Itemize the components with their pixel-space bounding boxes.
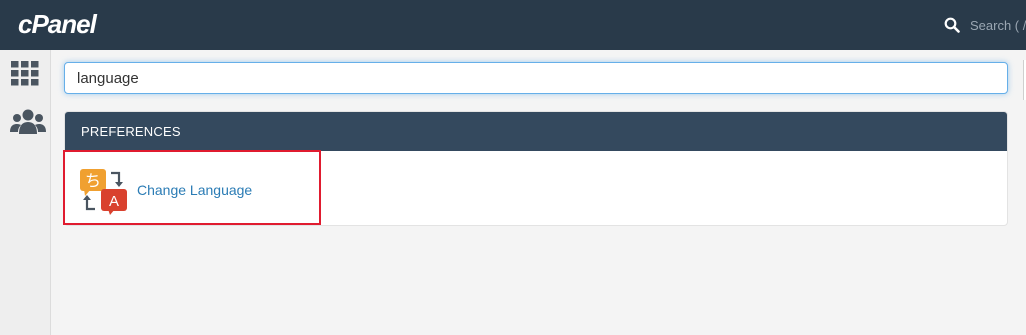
svg-text:A: A: [109, 193, 119, 210]
top-search-placeholder[interactable]: Search ( /: [970, 18, 1026, 33]
tool-search-input[interactable]: [65, 63, 1007, 93]
change-language-icon: ち A: [80, 169, 127, 215]
top-bar: cPanel Search ( /: [0, 0, 1026, 50]
cpanel-logo[interactable]: cPanel: [18, 9, 97, 40]
change-language-item[interactable]: ち A Change Language: [65, 152, 323, 227]
grid-icon[interactable]: [10, 60, 40, 86]
sidebar: [0, 50, 51, 335]
tool-search-box[interactable]: [64, 62, 1008, 94]
panel-header-preferences[interactable]: PREFERENCES: [65, 112, 1007, 151]
search-icon[interactable]: [944, 17, 960, 33]
users-icon[interactable]: [10, 108, 46, 136]
top-search[interactable]: Search ( /: [944, 14, 1026, 36]
preferences-panel: PREFERENCES ち A Change Language: [64, 111, 1008, 226]
svg-text:ち: ち: [85, 171, 101, 190]
change-language-link[interactable]: Change Language: [137, 182, 252, 198]
